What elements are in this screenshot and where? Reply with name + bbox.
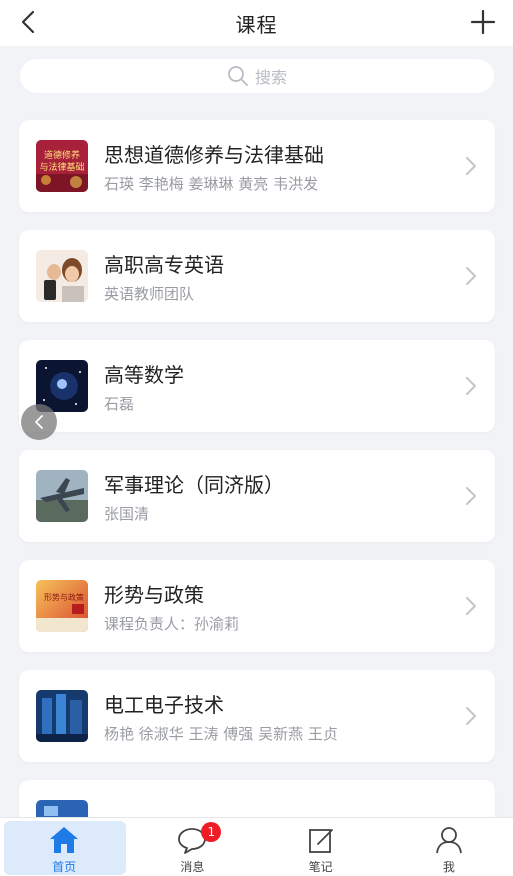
chevron-right-icon [466, 157, 476, 175]
course-teachers: 杨艳 徐淑华 王涛 傅强 吴新燕 王贞 [104, 725, 338, 743]
side-collapse-button[interactable] [21, 404, 57, 440]
svg-text:道德修养: 道德修养 [44, 149, 80, 161]
plus-icon [470, 9, 496, 35]
tab-me[interactable]: 我 [385, 818, 513, 876]
user-icon [435, 827, 462, 854]
course-teachers: 石瑛 李艳梅 姜琳琳 黄亮 韦洪发 [104, 175, 319, 193]
chevron-right-icon [466, 597, 476, 615]
header-bar: 课程 [0, 0, 513, 46]
course-name: 思想道德修养与法律基础 [104, 143, 324, 167]
course-card[interactable]: 电工电子技术 杨艳 徐淑华 王涛 傅强 吴新燕 王贞 [19, 670, 495, 762]
course-card[interactable]: 高等数学 石磊 [19, 340, 495, 432]
tab-notes[interactable]: 笔记 [257, 818, 385, 876]
course-teachers: 张国清 [104, 505, 150, 523]
add-course-button[interactable] [465, 4, 501, 40]
note-edit-icon [308, 829, 333, 853]
unread-badge: 1 [201, 822, 222, 842]
tab-label: 笔记 [308, 860, 333, 874]
chevron-right-icon [466, 487, 476, 505]
bottom-tab-bar: 首页 1 消息 笔记 我 [0, 817, 513, 876]
search-input[interactable]: 搜索 [20, 59, 494, 93]
search-placeholder: 搜索 [254, 68, 287, 87]
chevron-left-icon [35, 415, 43, 429]
course-thumbnail [36, 470, 88, 522]
course-thumbnail [36, 250, 88, 302]
chevron-right-icon [466, 707, 476, 725]
course-card[interactable]: 形势与政策 形势与政策 课程负责人：孙渝莉 [19, 560, 495, 652]
course-thumbnail: 形势与政策 [36, 580, 88, 632]
tab-label: 我 [442, 860, 455, 874]
course-name: 军事理论（同济版） [104, 473, 284, 497]
tab-label: 首页 [52, 860, 77, 874]
page-title: 课程 [235, 12, 278, 37]
course-name: 高等数学 [104, 363, 184, 387]
tab-label: 消息 [180, 860, 205, 874]
course-card[interactable]: 高职高专英语 英语教师团队 [19, 230, 495, 322]
chevron-right-icon [466, 377, 476, 395]
course-name: 电工电子技术 [104, 693, 224, 717]
course-name: 高职高专英语 [104, 253, 224, 277]
svg-text:与法律基础: 与法律基础 [39, 161, 84, 173]
back-button[interactable] [10, 4, 46, 40]
course-teachers: 课程负责人：孙渝莉 [104, 615, 240, 633]
course-thumbnail [36, 690, 88, 742]
chevron-right-icon [466, 267, 476, 285]
course-name: 形势与政策 [104, 583, 204, 607]
tab-home[interactable]: 首页 [0, 818, 128, 876]
app-root: 课程 搜索 道德修养 与法律基础 思想道德修养与法律基础 石瑛 李艳梅 姜琳琳 … [0, 0, 513, 876]
svg-text:形势与政策: 形势与政策 [44, 592, 84, 602]
course-thumbnail: 道德修养 与法律基础 [36, 140, 88, 192]
course-card[interactable]: 道德修养 与法律基础 思想道德修养与法律基础 石瑛 李艳梅 姜琳琳 黄亮 韦洪发 [19, 120, 495, 212]
home-icon [50, 827, 79, 853]
search-icon [228, 66, 248, 86]
tab-messages[interactable]: 1 消息 [128, 818, 256, 876]
course-card[interactable]: 军事理论（同济版） 张国清 [19, 450, 495, 542]
chevron-left-icon [21, 10, 35, 34]
course-teachers: 英语教师团队 [104, 285, 195, 303]
course-teachers: 石磊 [104, 395, 135, 413]
